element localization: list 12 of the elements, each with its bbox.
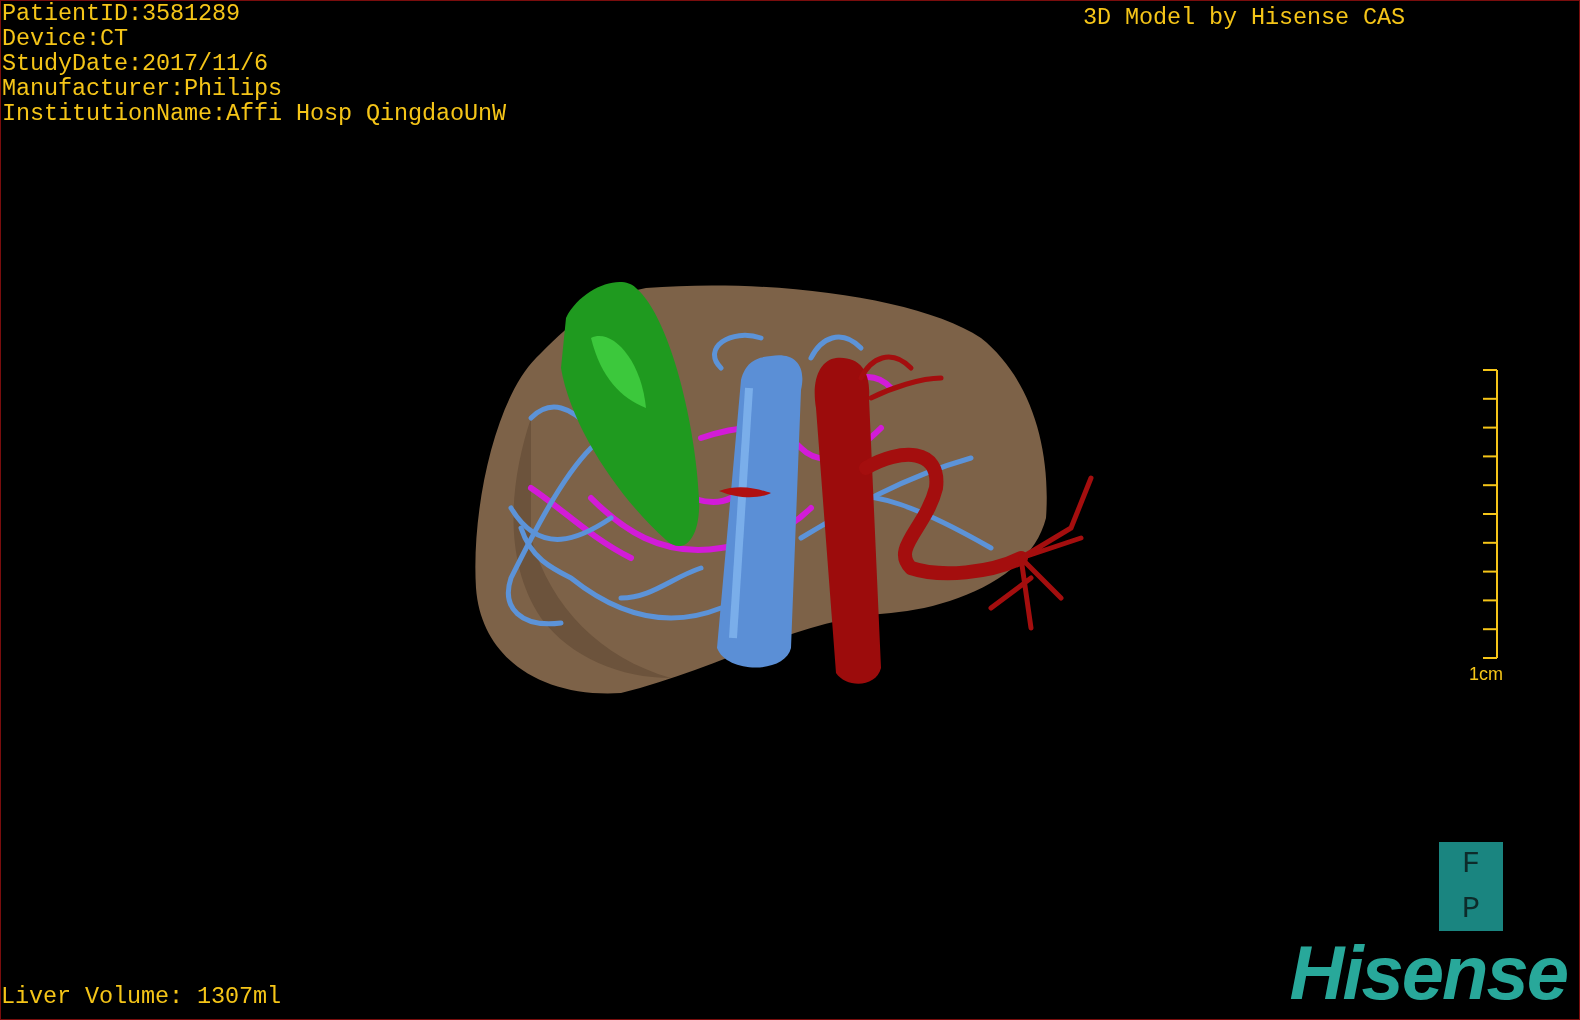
orientation-label: F bbox=[1462, 849, 1480, 880]
viewer-title: 3D Model by Hisense CAS bbox=[1082, 5, 1405, 30]
study-info-text: PatientID:3581289 bbox=[2, 1, 242, 26]
logo-text: Hisense bbox=[1289, 935, 1568, 1011]
study-info-text: Device:CT bbox=[2, 26, 130, 51]
liver-volume-text: Liver Volume: 1307ml bbox=[1, 984, 282, 1009]
orientation-label: P bbox=[1462, 893, 1480, 924]
study-info-text: StudyDate:2017/11/6 bbox=[2, 51, 270, 76]
study-info-text: Manufacturer:Philips bbox=[2, 76, 284, 101]
study-info-text: InstitutionName:Affi Hosp QingdaoUnW bbox=[2, 101, 507, 126]
scale-label: 1cm bbox=[1469, 664, 1503, 685]
orientation-cube[interactable]: F P bbox=[1439, 842, 1503, 931]
